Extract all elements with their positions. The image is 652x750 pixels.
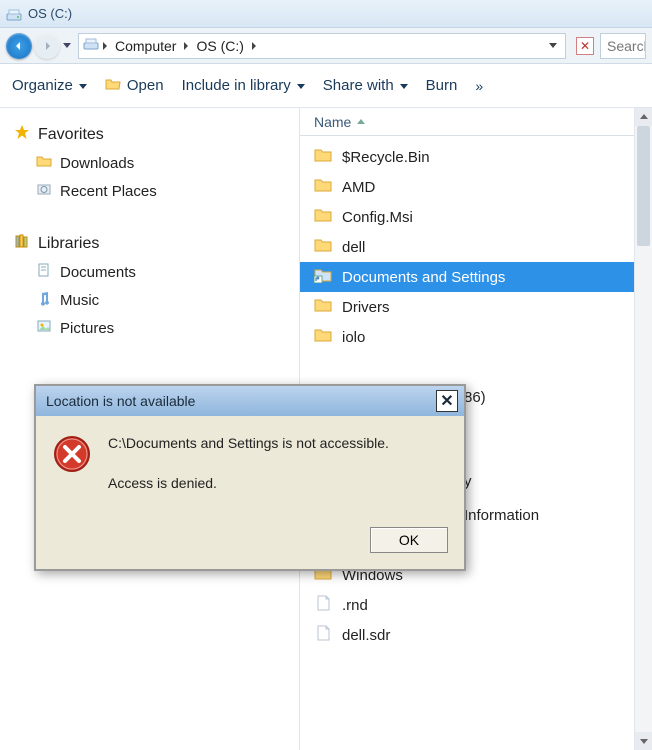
- breadcrumb-computer[interactable]: Computer: [111, 38, 180, 54]
- scroll-thumb[interactable]: [637, 126, 650, 246]
- file-row[interactable]: AMD: [300, 172, 634, 202]
- folder-icon: [314, 327, 332, 347]
- dialog-body: C:\Documents and Settings is not accessi…: [36, 416, 464, 527]
- open-folder-icon: [105, 76, 121, 96]
- folder-icon: [314, 207, 332, 227]
- music-icon: [36, 290, 52, 310]
- chevron-right-icon[interactable]: [250, 38, 258, 54]
- file-name: .rnd: [342, 597, 368, 614]
- chevron-right-icon[interactable]: [182, 38, 190, 54]
- drive-icon: [83, 36, 99, 55]
- nav-history-dropdown[interactable]: [62, 33, 72, 59]
- dialog-message-2: Access is denied.: [108, 474, 389, 494]
- file-name: 86): [464, 389, 486, 406]
- file-name: dell: [342, 239, 365, 256]
- file-row[interactable]: $Recycle.Bin: [300, 142, 634, 172]
- file-row[interactable]: dell: [300, 232, 634, 262]
- file-name: $Recycle.Bin: [342, 149, 430, 166]
- dialog-text: C:\Documents and Settings is not accessi…: [108, 434, 389, 513]
- breadcrumb[interactable]: Computer OS (C:): [78, 33, 566, 59]
- scroll-up-button[interactable]: [635, 108, 652, 126]
- search-placeholder: Search: [607, 38, 646, 54]
- column-header-name[interactable]: Name: [300, 108, 652, 136]
- drive-icon: [6, 7, 22, 21]
- folder-icon: [36, 153, 52, 173]
- sidebar-libraries-group: Libraries Documents Music Pictures: [8, 229, 291, 342]
- file-row[interactable]: dell.sdr: [300, 620, 634, 650]
- sidebar-item-documents[interactable]: Documents: [8, 258, 291, 286]
- chevron-down-icon: [297, 77, 305, 94]
- file-name: Information: [464, 507, 539, 524]
- error-icon: [52, 434, 92, 474]
- breadcrumb-drive[interactable]: OS (C:): [192, 38, 247, 54]
- folder-icon: [314, 147, 332, 167]
- ok-button[interactable]: OK: [370, 527, 448, 553]
- file-row[interactable]: .rnd: [300, 590, 634, 620]
- sidebar-item-downloads[interactable]: Downloads: [8, 149, 291, 177]
- dialog-message-1: C:\Documents and Settings is not accessi…: [108, 434, 389, 454]
- file-row[interactable]: Drivers: [300, 292, 634, 322]
- stop-refresh-button[interactable]: ✕: [576, 37, 594, 55]
- sidebar-libraries-header[interactable]: Libraries: [8, 229, 291, 258]
- star-icon: [14, 124, 30, 145]
- folder-icon: [314, 297, 332, 317]
- scrollbar[interactable]: [634, 108, 652, 750]
- nav-buttons: [6, 33, 72, 59]
- sidebar-favorites-group: Favorites Downloads Recent Places: [8, 120, 291, 205]
- pictures-icon: [36, 318, 52, 338]
- dialog-titlebar[interactable]: Location is not available ✕: [36, 386, 464, 416]
- window-title: OS (C:): [28, 6, 72, 21]
- file-row[interactable]: Documents and Settings: [300, 262, 634, 292]
- include-library-button[interactable]: Include in library: [182, 77, 305, 94]
- file-icon: [314, 625, 332, 645]
- file-name: iolo: [342, 329, 365, 346]
- error-dialog: Location is not available ✕ C:\Documents…: [34, 384, 466, 571]
- sort-asc-icon: [357, 119, 365, 125]
- toolbar-overflow[interactable]: »: [475, 78, 481, 94]
- chevron-right-icon[interactable]: [101, 38, 109, 54]
- breadcrumb-expand[interactable]: [549, 43, 561, 49]
- sidebar-item-pictures[interactable]: Pictures: [8, 314, 291, 342]
- address-row: Computer OS (C:) ✕ Search: [0, 28, 652, 64]
- sidebar-item-music[interactable]: Music: [8, 286, 291, 314]
- nav-forward-button[interactable]: [34, 33, 60, 59]
- organize-button[interactable]: Organize: [12, 77, 87, 94]
- sidebar-favorites-header[interactable]: Favorites: [8, 120, 291, 149]
- folder-shortcut-icon: [314, 267, 332, 287]
- scroll-down-button[interactable]: [635, 732, 652, 750]
- open-button[interactable]: Open: [105, 76, 164, 96]
- toolbar: Organize Open Include in library Share w…: [0, 64, 652, 108]
- file-name: Config.Msi: [342, 209, 413, 226]
- libraries-icon: [14, 233, 30, 254]
- chevron-down-icon: [400, 77, 408, 94]
- share-with-button[interactable]: Share with: [323, 77, 408, 94]
- search-input[interactable]: Search: [600, 33, 646, 59]
- documents-icon: [36, 262, 52, 282]
- file-name: dell.sdr: [342, 627, 390, 644]
- file-row[interactable]: Config.Msi: [300, 202, 634, 232]
- file-icon: [314, 595, 332, 615]
- chevron-down-icon: [79, 77, 87, 94]
- file-name: AMD: [342, 179, 375, 196]
- window-titlebar: OS (C:): [0, 0, 652, 28]
- file-name: Drivers: [342, 299, 390, 316]
- file-row[interactable]: iolo: [300, 322, 634, 352]
- dialog-buttons: OK: [36, 527, 464, 569]
- recent-places-icon: [36, 181, 52, 201]
- sidebar-item-recent-places[interactable]: Recent Places: [8, 177, 291, 205]
- burn-button[interactable]: Burn: [426, 77, 458, 94]
- dialog-title: Location is not available: [46, 393, 195, 409]
- folder-icon: [314, 177, 332, 197]
- file-name: Documents and Settings: [342, 269, 505, 286]
- dialog-close-button[interactable]: ✕: [436, 390, 458, 412]
- folder-icon: [314, 237, 332, 257]
- nav-back-button[interactable]: [6, 33, 32, 59]
